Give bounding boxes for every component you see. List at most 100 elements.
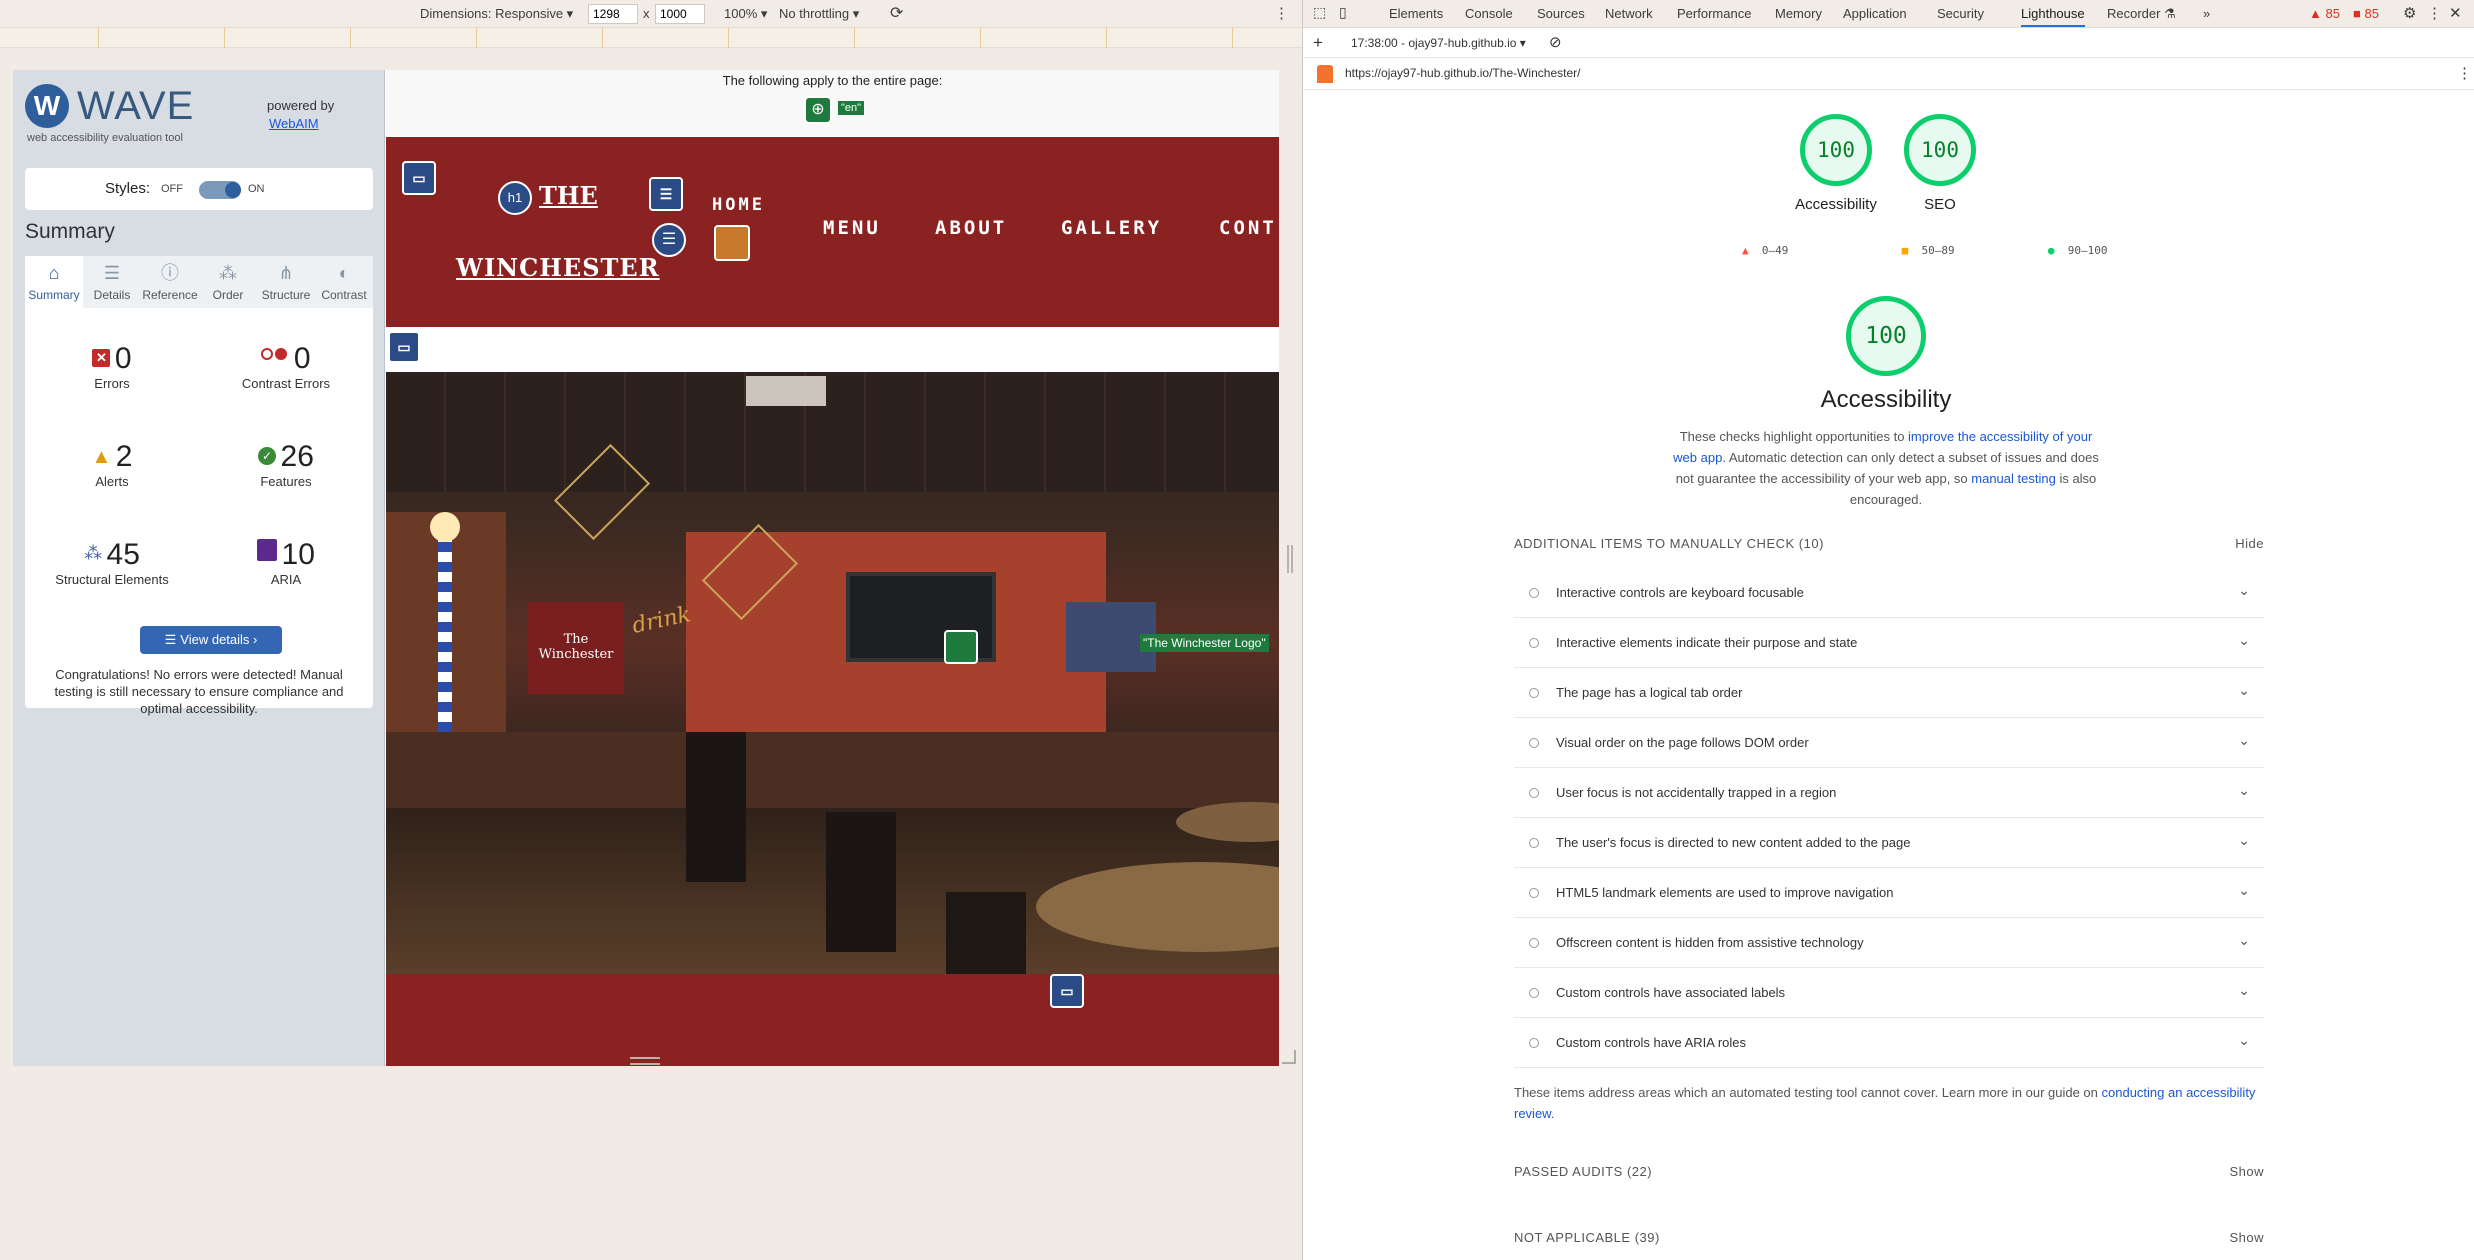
report-url[interactable]: https://ojay97-hub.github.io/The-Winches… <box>1345 66 1580 80</box>
nav-about[interactable]: ABOUT <box>935 217 1007 239</box>
rotate-icon[interactable]: ⟳ <box>890 3 903 23</box>
nav-gallery[interactable]: GALLERY <box>1061 217 1162 239</box>
h1-badge[interactable]: h1 <box>498 181 532 215</box>
manual-check-item[interactable]: Interactive controls are keyboard focusa… <box>1514 568 2264 618</box>
passed-audits-header[interactable]: PASSED AUDITS (22) Show <box>1514 1164 2264 1194</box>
settings-gear-icon[interactable]: ⚙ <box>2403 4 2416 22</box>
dimension-separator: x <box>643 6 650 21</box>
styles-toggle-switch[interactable] <box>199 181 241 199</box>
tab-overflow[interactable]: » <box>2203 6 2210 21</box>
category-title: Accessibility <box>1820 386 1952 413</box>
tab-performance[interactable]: Performance <box>1677 6 1751 21</box>
webaim-link[interactable]: WebAIM <box>269 116 319 131</box>
show-na-toggle[interactable]: Show <box>2229 1230 2264 1245</box>
device-toolbar-icon[interactable]: ▯ <box>1339 4 1347 21</box>
zoom-select[interactable]: 100% ▾ <box>724 6 767 22</box>
tab-security[interactable]: Security <box>1937 6 1984 21</box>
resize-handle-right[interactable] <box>1287 545 1293 573</box>
more-options-icon[interactable]: ⋮ <box>1274 4 1289 22</box>
styles-off-label: OFF <box>161 183 183 195</box>
structure-tree-icon: ⁂ <box>84 543 103 563</box>
lighthouse-toolbar: + 17:38:00 - ojay97-hub.github.io ▾ ⊘ <box>1303 28 2474 58</box>
alerts-stat[interactable]: ▲ 2 Alerts <box>25 440 199 489</box>
tab-network[interactable]: Network <box>1605 6 1653 21</box>
list-structure-icon[interactable]: ☰ <box>652 223 686 257</box>
footer-landmark-icon[interactable]: ▭ <box>1050 974 1084 1008</box>
language-globe-icon[interactable]: ⊕ <box>804 96 832 124</box>
main-landmark-icon[interactable]: ▭ <box>388 331 420 363</box>
tab-memory[interactable]: Memory <box>1775 6 1822 21</box>
chevron-down-icon: ⌄ <box>2238 782 2250 798</box>
clear-reports-icon[interactable]: ⊘ <box>1549 33 1562 51</box>
manual-check-item[interactable]: User focus is not accidentally trapped i… <box>1514 768 2264 818</box>
structural-stat[interactable]: ⁂ 45 Structural Elements <box>25 538 199 587</box>
fail-triangle-icon: ▲ <box>1742 244 1749 257</box>
seo-gauge[interactable]: 100 <box>1904 114 1976 186</box>
aria-stat[interactable]: 10 ARIA <box>199 538 373 587</box>
main-landmark-row: ▭ <box>386 329 1279 371</box>
tab-reference[interactable]: ⓘ Reference <box>141 256 199 308</box>
tab-console[interactable]: Console <box>1465 6 1513 21</box>
hide-manual-toggle[interactable]: Hide <box>2235 536 2264 551</box>
resize-handle-bottom[interactable] <box>630 1057 660 1065</box>
image-alt-icon[interactable] <box>944 630 978 664</box>
tab-application[interactable]: Application <box>1843 6 1907 21</box>
list-icon: ☰ <box>103 263 121 283</box>
styles-label: Styles: <box>105 180 151 197</box>
errors-stat[interactable]: ✕ 0 Errors <box>25 342 199 391</box>
brand-line-1[interactable]: THE <box>539 181 598 210</box>
tab-details[interactable]: ☰ Details <box>83 256 141 308</box>
show-passed-toggle[interactable]: Show <box>2229 1164 2264 1179</box>
tab-structure[interactable]: ⋔ Structure <box>257 256 315 308</box>
tab-contrast[interactable]: ◐ Contrast <box>315 256 373 308</box>
tab-recorder[interactable]: Recorder ⚗ <box>2107 6 2176 22</box>
summary-heading: Summary <box>25 220 115 243</box>
brand-line-2[interactable]: WINCHESTER <box>456 253 660 282</box>
manual-check-item[interactable]: Custom controls have associated labels ⌄ <box>1514 968 2264 1018</box>
chevron-down-icon: ⌄ <box>2238 732 2250 748</box>
average-square-icon: ■ <box>1901 244 1909 257</box>
manual-testing-link[interactable]: manual testing <box>1971 471 2056 486</box>
dimensions-select[interactable]: Dimensions: Responsive ▾ <box>420 6 573 22</box>
nav-contact[interactable]: CONT <box>1219 217 1277 239</box>
viewport-height-input[interactable] <box>655 4 705 24</box>
new-report-icon[interactable]: + <box>1313 33 1323 53</box>
tab-order[interactable]: ⁂ Order <box>199 256 257 308</box>
nav-landmark-icon[interactable]: ☰ <box>649 177 683 211</box>
chevron-down-icon: ⌄ <box>2238 932 2250 948</box>
manual-check-item[interactable]: HTML5 landmark elements are used to impr… <box>1514 868 2264 918</box>
features-stat[interactable]: ✓ 26 Features <box>199 440 373 489</box>
view-details-button[interactable]: ☰ View details › <box>140 626 282 654</box>
contrast-errors-stat[interactable]: 0 Contrast Errors <box>199 342 373 391</box>
tab-sources[interactable]: Sources <box>1537 6 1585 21</box>
not-applicable-header[interactable]: NOT APPLICABLE (39) Show <box>1514 1230 2264 1260</box>
tab-summary[interactable]: ⌂ Summary <box>25 256 83 308</box>
manual-check-item[interactable]: Offscreen content is hidden from assisti… <box>1514 918 2264 968</box>
manual-checks-header[interactable]: ADDITIONAL ITEMS TO MANUALLY CHECK (10) … <box>1514 536 2264 570</box>
tab-elements[interactable]: Elements <box>1389 6 1443 21</box>
manual-check-item[interactable]: The page has a logical tab order ⌄ <box>1514 668 2264 718</box>
report-menu-icon[interactable]: ⋮ <box>2457 64 2472 82</box>
accessibility-gauge[interactable]: 100 <box>1800 114 1872 186</box>
close-devtools-icon[interactable]: ✕ <box>2449 4 2462 22</box>
manual-check-item[interactable]: The user's focus is directed to new cont… <box>1514 818 2264 868</box>
score-legend: ▲ 0–49 ■ 50–89 ● 90–100 <box>1742 244 2108 257</box>
error-count-icon[interactable]: ■ 85 <box>2353 6 2379 21</box>
warning-count-icon[interactable]: ▲ 85 <box>2309 6 2340 21</box>
report-select[interactable]: 17:38:00 - ojay97-hub.github.io ▾ <box>1351 36 1541 50</box>
manual-check-item[interactable]: Visual order on the page follows DOM ord… <box>1514 718 2264 768</box>
chevron-down-icon: ⌄ <box>2238 982 2250 998</box>
throttle-select[interactable]: No throttling ▾ <box>779 6 859 22</box>
manual-check-item[interactable]: Interactive elements indicate their purp… <box>1514 618 2264 668</box>
inspect-element-icon[interactable]: ⬚ <box>1313 4 1326 21</box>
chevron-down-icon: ⌄ <box>2238 1032 2250 1048</box>
header-landmark-icon[interactable]: ▭ <box>402 161 436 195</box>
nav-home[interactable]: HOME <box>712 195 765 215</box>
nav-menu[interactable]: MENU <box>823 217 881 239</box>
viewport-width-input[interactable] <box>588 4 638 24</box>
image-link-icon[interactable] <box>714 225 750 261</box>
resize-handle-corner[interactable] <box>1282 1050 1296 1064</box>
devtools-more-icon[interactable]: ⋮ <box>2427 4 2442 22</box>
manual-check-item[interactable]: Custom controls have ARIA roles ⌄ <box>1514 1018 2264 1068</box>
tab-lighthouse[interactable]: Lighthouse <box>2021 6 2085 27</box>
